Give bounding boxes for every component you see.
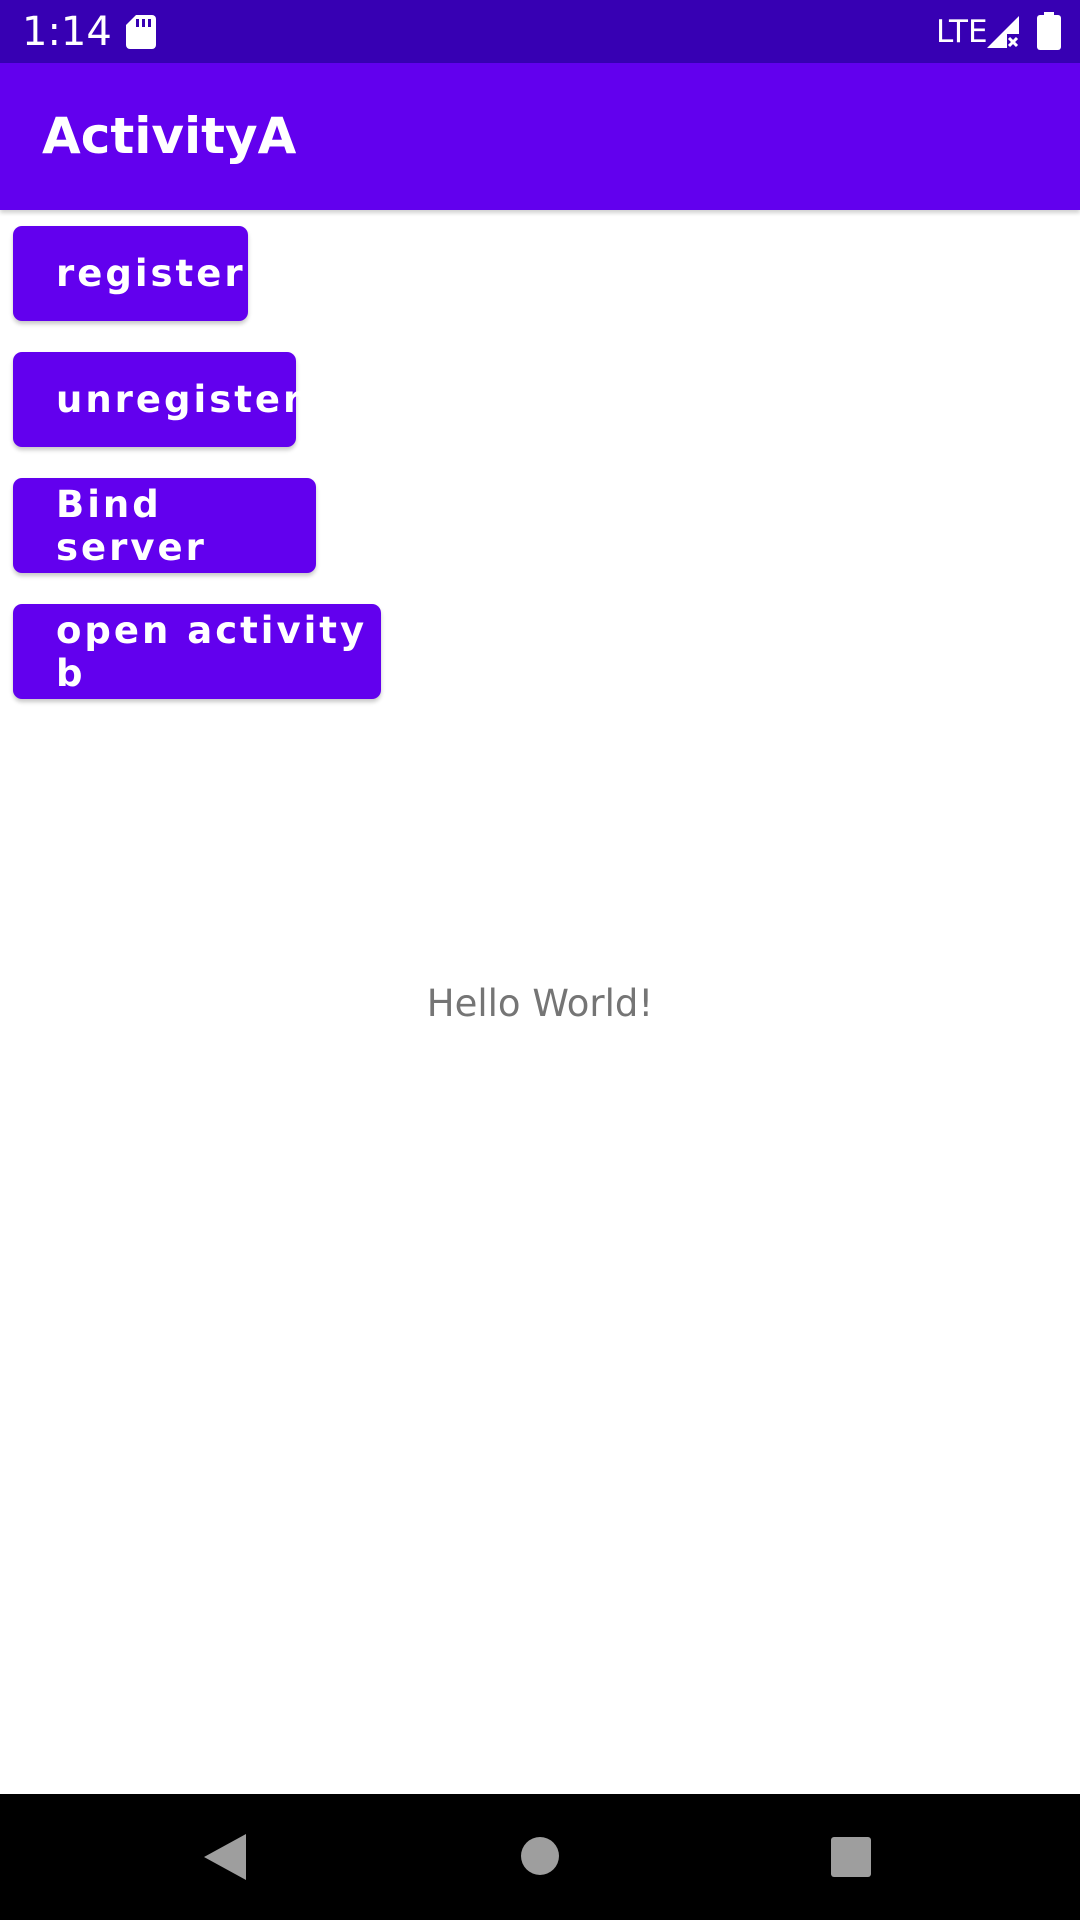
battery-icon bbox=[1037, 12, 1061, 50]
sd-card-icon bbox=[126, 15, 156, 49]
back-icon[interactable] bbox=[204, 1834, 246, 1880]
status-bar: 1:14 LTE bbox=[0, 0, 1080, 63]
signal-icon bbox=[987, 16, 1019, 48]
register-button[interactable]: register bbox=[13, 226, 248, 321]
navigation-bar bbox=[0, 1794, 1080, 1920]
recents-icon[interactable] bbox=[831, 1837, 871, 1877]
app-bar: ActivityA bbox=[0, 63, 1080, 210]
open-activity-b-button[interactable]: open activity b bbox=[13, 604, 381, 699]
home-icon[interactable] bbox=[520, 1836, 560, 1876]
bind-server-button[interactable]: Bind server bbox=[13, 478, 316, 573]
app-title: ActivityA bbox=[42, 107, 297, 165]
screen: 1:14 LTE ActivityA register unregister B… bbox=[0, 0, 1080, 1920]
unregister-button[interactable]: unregister bbox=[13, 352, 301, 447]
hello-message: Hello World! bbox=[426, 982, 654, 1025]
network-type-label: LTE bbox=[936, 14, 988, 50]
status-time: 1:14 bbox=[22, 9, 112, 55]
